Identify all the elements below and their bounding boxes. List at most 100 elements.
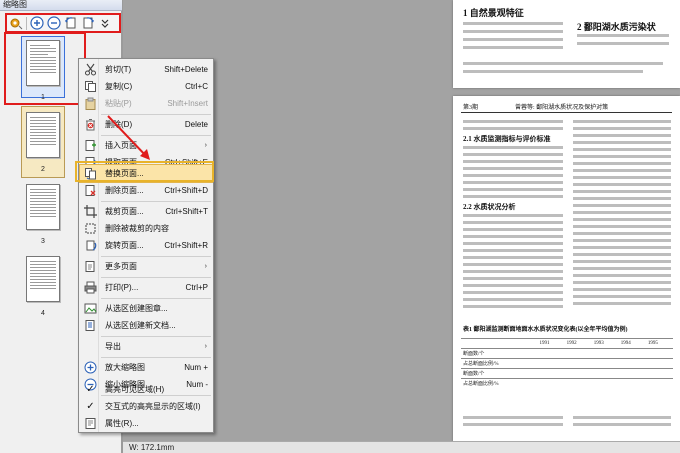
menu-item-cut[interactable]: 剪切(T) Shift+Delete <box>80 61 212 78</box>
text-line <box>463 146 563 149</box>
text-line <box>463 298 563 301</box>
subsection-heading-2: 2.2 水质状况分析 <box>463 203 516 211</box>
menu-item-shortcut: Delete <box>184 120 208 129</box>
menu-item-print[interactable]: 打印(P)... Ctrl+P <box>80 279 212 296</box>
menu-item-more-pages[interactable]: 更多页面 › <box>80 258 212 275</box>
table-caption: 表1 鄱阳湖监测断面地面水水质状况变化表(以全年平均值为例) <box>463 327 628 333</box>
check-icon: ✓ <box>86 384 95 395</box>
menu-item-label: 交互式的高亮显示的区域(I) <box>105 402 201 411</box>
menu-item-shortcut: Shift+Insert <box>167 99 208 108</box>
text-line <box>573 162 671 165</box>
page-width-readout: W: 172.1mm <box>129 443 175 452</box>
delete-page-icon <box>84 184 97 197</box>
text-line <box>463 263 563 266</box>
menu-item-label: 放大缩略图 <box>105 363 145 372</box>
copy-icon <box>84 80 97 93</box>
section-heading-2: 2 鄱阳湖水质污染状 <box>577 22 656 32</box>
text-line <box>573 239 671 242</box>
stamp-icon <box>84 302 97 315</box>
menu-item-label: 删除被裁剪的内容 <box>105 224 169 233</box>
rotate-right-icon[interactable] <box>81 16 95 30</box>
menu-item-remove-cropped[interactable]: 删除被裁剪的内容 <box>80 220 212 237</box>
annotation-arrow-icon <box>107 115 150 160</box>
menu-item-copy[interactable]: 复制(C) Ctrl+C <box>80 78 212 95</box>
remove-cropped-icon <box>84 222 97 235</box>
text-line <box>573 225 671 228</box>
text-line <box>463 423 563 426</box>
text-line <box>573 295 671 298</box>
thumbnail-page-1[interactable] <box>26 40 60 86</box>
menu-item-properties[interactable]: 属性(R)... <box>80 415 212 432</box>
page-header-title: 曾蓉等: 鄱阳湖水质状况及保护对策 <box>515 105 609 111</box>
text-line <box>463 188 563 191</box>
rotate-left-icon[interactable] <box>64 16 78 30</box>
crop-page-icon <box>84 205 97 218</box>
text-line <box>573 253 671 256</box>
text-line <box>463 127 563 130</box>
menu-separator <box>101 336 211 337</box>
menu-item-enlarge-thumbnails[interactable]: 放大缩略图 Num + <box>80 359 212 376</box>
text-line <box>463 160 563 163</box>
text-line <box>463 270 563 273</box>
document-page-top: 1 自然景观特征 2 鄱阳湖水质污染状 <box>453 0 680 88</box>
menu-separator <box>101 357 211 358</box>
menu-item-label: 导出 <box>105 342 121 351</box>
text-line <box>577 42 669 45</box>
menu-item-create-document[interactable]: 从选区创建新文档... <box>80 317 212 334</box>
zoom-out-thumb-icon[interactable] <box>47 16 61 30</box>
text-line <box>573 190 671 193</box>
text-line <box>463 174 563 177</box>
text-line <box>463 305 563 308</box>
text-line <box>463 291 563 294</box>
scissors-icon <box>84 63 97 76</box>
menu-item-label: 旋转页面... <box>105 241 144 250</box>
properties-icon <box>84 417 97 430</box>
text-line <box>463 38 563 41</box>
more-chevron-icon[interactable] <box>98 16 112 30</box>
new-document-icon <box>84 319 97 332</box>
thumbnail-label: 4 <box>41 310 45 317</box>
menu-item-create-stamp[interactable]: 从选区创建图章... <box>80 300 212 317</box>
thumbnail-page-2[interactable] <box>26 112 60 158</box>
status-bar: W: 172.1mm <box>123 441 680 453</box>
menu-item-delete-pages[interactable]: 删除页面... Ctrl+Shift+D <box>80 182 212 199</box>
text-line <box>463 70 643 73</box>
menu-item-label: 裁剪页面... <box>105 207 144 216</box>
text-line <box>463 153 563 156</box>
table-header-cell <box>461 338 538 349</box>
text-line <box>463 167 563 170</box>
thumbnail-page-4[interactable] <box>26 256 60 302</box>
thumbnail-toolbar <box>5 13 121 33</box>
zoom-in-thumb-icon[interactable] <box>30 16 44 30</box>
text-line <box>573 274 671 277</box>
text-line <box>573 169 671 172</box>
menu-item-crop-pages[interactable]: 裁剪页面... Ctrl+Shift+T <box>80 203 212 220</box>
menu-item-label: 打印(P)... <box>105 283 139 292</box>
menu-item-rotate-pages[interactable]: 旋转页面... Ctrl+Shift+R <box>80 237 212 254</box>
menu-item-interactive-highlight[interactable]: ✓ 交互式的高亮显示的区域(I) <box>80 398 212 415</box>
text-line <box>463 30 563 33</box>
options-gear-icon[interactable] <box>9 16 23 30</box>
text-line <box>463 249 563 252</box>
menu-item-shortcut: Ctrl+Shift+R <box>164 241 208 250</box>
menu-item-label: 更多页面 <box>105 262 137 271</box>
thumbnail-page-3[interactable] <box>26 184 60 230</box>
table-cell: 占总断面比例/% <box>461 358 538 369</box>
menu-item-export[interactable]: 导出 › <box>80 338 212 355</box>
text-line <box>577 34 669 37</box>
print-icon <box>84 281 97 294</box>
text-line <box>573 218 671 221</box>
table-cell: 断面数/个 <box>461 368 538 379</box>
text-line <box>463 120 563 123</box>
menu-item-label: 高亮可见区域(H) <box>105 385 165 394</box>
menu-item-label: 复制(C) <box>105 82 133 91</box>
menu-item-highlight-visible[interactable]: ✓ 高亮可见区域(H) <box>80 381 212 398</box>
menu-item-label: 删除页面... <box>105 186 144 195</box>
thumbnail-label: 3 <box>41 238 45 245</box>
menu-item-shortcut: Ctrl+Shift+T <box>165 207 208 216</box>
text-line <box>463 284 563 287</box>
text-line <box>573 176 671 179</box>
text-line <box>463 235 563 238</box>
table-header-cell: 1991 <box>537 338 565 349</box>
text-line <box>573 246 671 249</box>
